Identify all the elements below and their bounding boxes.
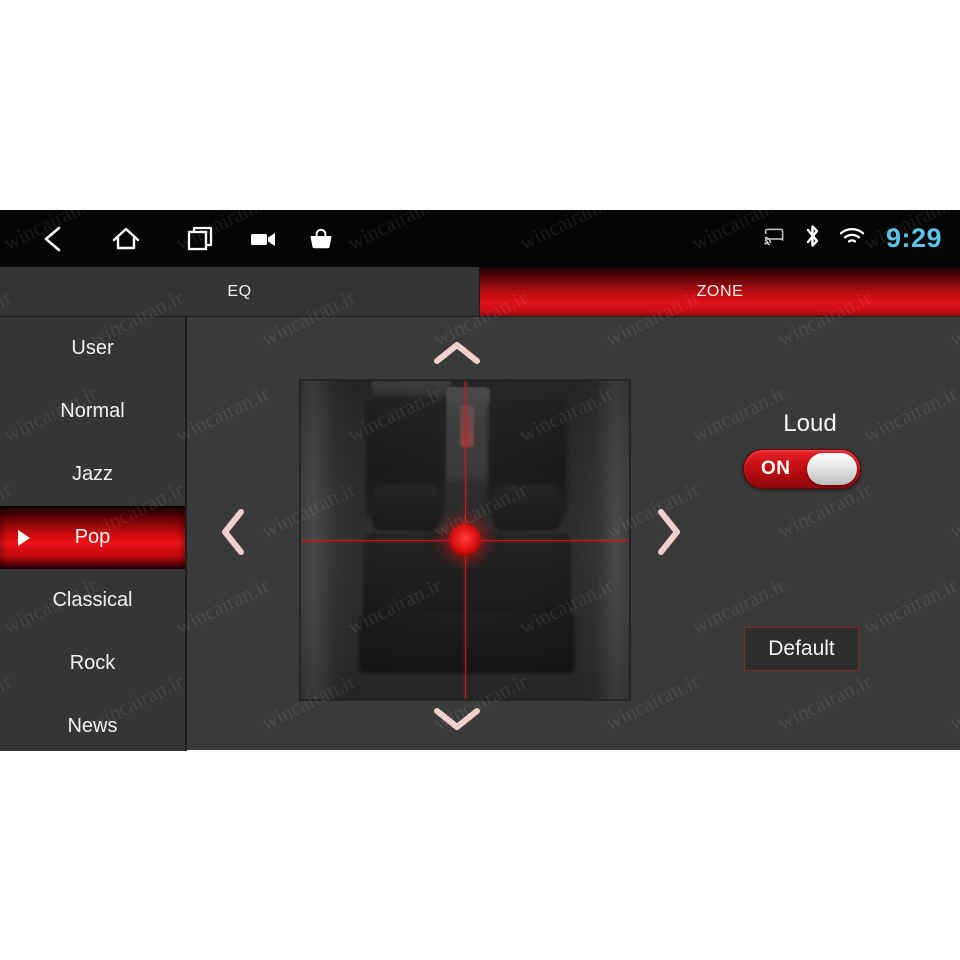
preset-item-user[interactable]: User — [0, 317, 185, 380]
preset-label: Classical — [52, 589, 133, 611]
back-icon[interactable] — [26, 210, 80, 267]
head-unit-screen: 9:29 EQ ZONE User Normal Jazz Pop Classi… — [0, 210, 960, 751]
preset-item-normal[interactable]: Normal — [0, 380, 185, 443]
preset-item-pop[interactable]: Pop — [0, 506, 185, 569]
system-status-icons: 9:29 — [764, 210, 942, 267]
chevron-left-icon[interactable] — [219, 507, 247, 557]
android-status-bar: 9:29 — [0, 210, 960, 267]
loud-toggle[interactable]: ON — [743, 449, 861, 489]
tab-eq[interactable]: EQ — [0, 267, 480, 316]
preset-label: Pop — [74, 526, 111, 548]
preset-label: Jazz — [71, 463, 114, 485]
bag-icon[interactable] — [294, 210, 348, 267]
loud-toggle-state: ON — [761, 458, 791, 479]
preset-label: News — [67, 715, 118, 737]
loud-label: Loud — [783, 410, 837, 437]
chevron-down-icon[interactable] — [432, 705, 482, 733]
default-button[interactable]: Default — [744, 627, 859, 671]
bluetooth-icon — [803, 223, 822, 254]
status-clock: 9:29 — [885, 223, 942, 253]
preset-label: Normal — [60, 400, 125, 422]
cast-icon — [764, 227, 786, 250]
loud-toggle-knob — [807, 453, 857, 485]
chevron-right-icon[interactable] — [655, 507, 683, 557]
tab-zone[interactable]: ZONE — [480, 267, 960, 316]
home-icon[interactable] — [99, 210, 153, 267]
recents-icon[interactable] — [174, 210, 228, 267]
chevron-up-icon[interactable] — [432, 339, 482, 367]
wifi-icon — [839, 226, 865, 251]
content-area: User Normal Jazz Pop Classical Rock News — [0, 316, 960, 751]
sound-focus-dot[interactable] — [449, 524, 481, 556]
selected-marker-icon — [18, 529, 30, 546]
tab-eq-label: EQ — [227, 282, 252, 300]
car-seat-map[interactable] — [299, 379, 631, 701]
tab-bar: EQ ZONE — [0, 267, 960, 316]
preset-item-news[interactable]: News — [0, 695, 185, 751]
eq-preset-list: User Normal Jazz Pop Classical Rock News — [0, 317, 187, 751]
camcorder-icon[interactable] — [237, 210, 291, 267]
default-button-label: Default — [768, 637, 835, 660]
preset-label: User — [71, 337, 114, 359]
preset-item-rock[interactable]: Rock — [0, 632, 185, 695]
preset-label: Rock — [69, 652, 116, 674]
preset-item-jazz[interactable]: Jazz — [0, 443, 185, 506]
tab-zone-label: ZONE — [696, 282, 744, 300]
preset-item-classical[interactable]: Classical — [0, 569, 185, 632]
zone-panel: Loud ON Default — [187, 317, 960, 751]
